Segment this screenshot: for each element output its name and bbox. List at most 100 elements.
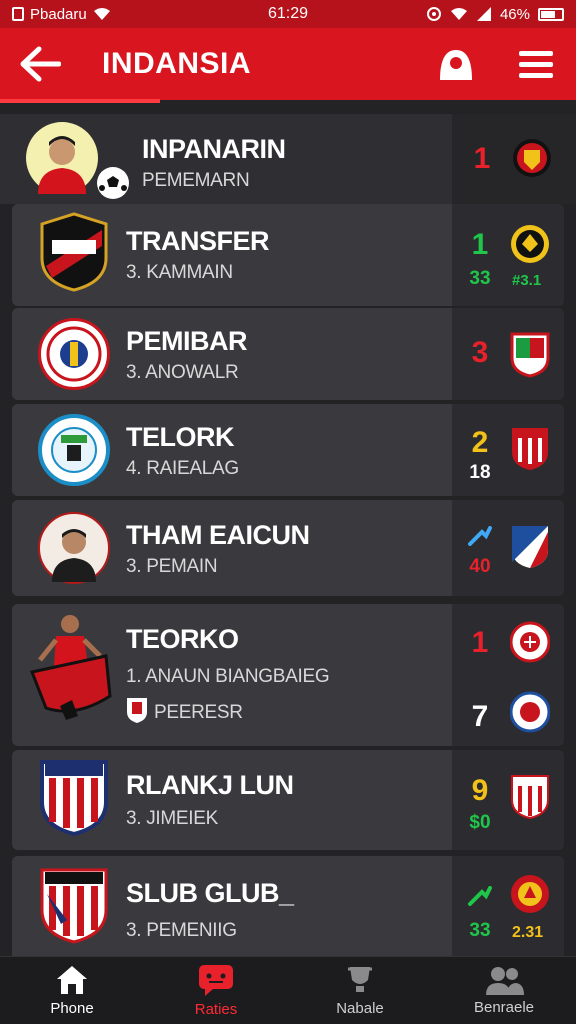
cell-signal-icon — [476, 7, 491, 21]
sim-icon — [12, 7, 24, 21]
row-name: SLUB GLUB_ — [126, 878, 294, 908]
battery-icon — [538, 7, 564, 21]
row-name: TEORKO — [126, 624, 239, 654]
list-item[interactable]: INPANARIN PEMEMARN 1 — [0, 114, 576, 204]
rank-number: 2 — [471, 426, 489, 459]
row-score-panel: 9 $0 — [452, 750, 564, 850]
shield-crest-icon — [38, 212, 110, 292]
home-icon — [57, 966, 87, 994]
tab-indicator — [0, 99, 160, 103]
red-yellow-crest-icon — [513, 139, 551, 177]
player-avatar-icon — [26, 122, 98, 194]
list-item[interactable]: PEMIBAR 3. ANOWALR 3 — [12, 308, 564, 400]
user-icon — [440, 50, 472, 80]
list-item[interactable]: TEORKO 1. ANAUN BIANGBAIEG PEERESR 1 7 — [12, 604, 564, 746]
green-red-crest-icon — [510, 332, 550, 378]
football-icon — [97, 167, 129, 199]
striped-crest-icon — [38, 868, 110, 944]
row-sub: PEMEMARN — [142, 170, 250, 191]
rank-number: 9 — [471, 774, 489, 807]
row-sub: 4. RAIEALAG — [126, 458, 239, 479]
round-crest-icon — [38, 318, 110, 390]
row-sub: 1. ANAUN BIANGBAIEG — [126, 666, 330, 687]
row-sub: 3. KAMMAIN — [126, 262, 233, 283]
row-score-panel: 1 7 — [452, 604, 564, 746]
rank-number: 1 — [473, 142, 491, 175]
message-icon — [199, 965, 233, 996]
crest-label: 2.31 — [512, 924, 544, 941]
yellow-black-crest-icon — [511, 225, 549, 263]
list-item[interactable]: SLUB GLUB_ 3. PEMENIIG 33 2.31 — [12, 856, 564, 956]
row-name: THAM EAICUN — [126, 520, 310, 550]
list-item[interactable]: TELORK 4. RAIEALAG 2 18 — [12, 404, 564, 496]
menu-button[interactable] — [496, 28, 576, 100]
trend-arrow-icon — [468, 886, 492, 906]
profile-button[interactable] — [416, 28, 496, 100]
red-yellow-round-crest-icon — [511, 875, 549, 913]
small-crest-icon — [127, 698, 147, 723]
row-score-panel: 1 — [452, 114, 576, 204]
blue-round-crest-icon — [510, 691, 550, 733]
alarm-icon — [426, 7, 441, 21]
red-round-crest-icon — [510, 621, 550, 663]
row-sub: 3. PEMAIN — [126, 556, 218, 577]
rank-sub-number: 40 — [469, 556, 491, 577]
rank-number: 1 — [471, 228, 489, 261]
row-name: TRANSFER — [126, 226, 270, 256]
list-item[interactable]: RLANKJ LUN 3. JIMEIEK 9 $0 — [12, 750, 564, 850]
striped-crest-icon — [38, 760, 110, 836]
rank-sub-number: 18 — [469, 462, 491, 483]
player-action-icon — [26, 610, 116, 722]
row-name: PEMIBAR — [126, 326, 248, 356]
nav-label: Nabale — [336, 1000, 384, 1017]
status-bar: Pbadaru 61:29 46% — [0, 0, 576, 28]
arrow-left-icon — [20, 46, 61, 82]
row-name: TELORK — [126, 422, 235, 452]
app-screen: { "status_bar": { "carrier": "Pbadaru", … — [0, 0, 576, 1024]
trophy-icon — [348, 967, 372, 992]
page-title: INDANSIA — [102, 47, 252, 80]
people-icon — [486, 967, 524, 995]
row-score-panel: 40 — [452, 500, 564, 596]
player-avatar-icon — [38, 512, 110, 584]
bottom-nav: Phone Raties Nabale Benraele — [0, 956, 576, 1024]
rank-number: 7 — [471, 700, 489, 733]
row-sub-secondary: PEERESR — [154, 702, 243, 723]
nav-tab-nabale[interactable]: Nabale — [288, 957, 432, 1024]
nav-label: Benraele — [473, 999, 535, 1016]
rank-number: 1 — [471, 626, 489, 659]
row-score-panel: 1 33 #3.1 — [452, 204, 564, 306]
crest-label: #3.1 — [512, 272, 542, 289]
wifi-icon — [93, 8, 110, 20]
blue-red-crest-icon — [512, 526, 548, 568]
row-name: RLANKJ LUN — [126, 770, 294, 800]
ranking-list: INPANARIN PEMEMARN 1 TRANSFER 3. KAMMAIN… — [0, 106, 576, 956]
nav-tab-benraele[interactable]: Benraele — [432, 957, 576, 1024]
list-item[interactable]: TRANSFER 3. KAMMAIN 1 33 #3.1 — [12, 204, 564, 306]
list-item[interactable]: THAM EAICUN 3. PEMAIN 40 — [12, 500, 564, 596]
row-score-panel: 3 — [452, 308, 564, 400]
row-score-panel: 33 2.31 — [452, 856, 564, 956]
trend-arrow-icon — [468, 526, 492, 546]
nav-tab-phone[interactable]: Phone — [0, 957, 144, 1024]
nav-label: Phone — [50, 1000, 94, 1017]
row-score-panel: 2 18 — [452, 404, 564, 496]
rank-number: 3 — [471, 336, 489, 369]
rank-sub-number: $0 — [469, 812, 491, 833]
back-button[interactable] — [0, 28, 80, 100]
row-sub: 3. ANOWALR — [126, 362, 239, 383]
battery-percent: 46% — [499, 5, 530, 23]
carrier-label: Pbadaru — [30, 5, 87, 23]
nav-label: Raties — [194, 1001, 238, 1018]
rank-sub-number: 33 — [469, 268, 491, 289]
app-header: INDANSIA — [0, 28, 576, 100]
hamburger-icon — [519, 51, 553, 78]
red-white-crest-icon — [512, 428, 548, 470]
rank-sub-number: 33 — [469, 920, 491, 941]
row-sub: 3. JIMEIEK — [126, 808, 219, 829]
row-sub: 3. PEMENIIG — [126, 920, 237, 941]
blue-round-crest-icon — [38, 414, 110, 486]
striped-crest-icon — [511, 775, 549, 820]
nav-tab-raties[interactable]: Raties — [144, 957, 288, 1024]
row-name: INPANARIN — [142, 134, 286, 164]
